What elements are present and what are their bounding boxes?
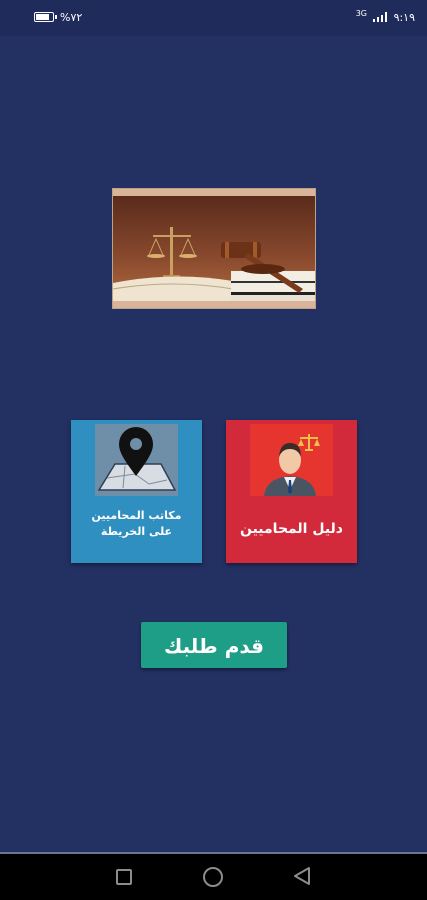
battery-icon <box>34 12 57 22</box>
map-pin-icon <box>95 424 178 496</box>
submit-request-button[interactable]: قدم طلبك <box>141 622 287 668</box>
recents-icon[interactable] <box>116 869 132 885</box>
status-bar: %٧٢ 3G ٩:١٩ <box>0 0 427 36</box>
network-type: 3G <box>355 9 367 18</box>
navigation-bar <box>0 852 427 900</box>
home-icon[interactable] <box>203 867 223 887</box>
map-tile-line1: مكاتب المحاميين <box>91 509 182 522</box>
lawyers-directory-tile[interactable]: دليل المحاميين <box>226 420 357 563</box>
battery-percent: %٧٢ <box>60 11 83 24</box>
back-icon[interactable] <box>293 866 311 886</box>
law-scales-gavel-image <box>112 188 316 309</box>
clock: ٩:١٩ <box>393 11 415 24</box>
directory-tile-label: دليل المحاميين <box>239 521 343 537</box>
signal-icon <box>373 12 387 22</box>
map-tile-line2: على الخريطة <box>100 525 173 538</box>
lawyer-avatar-icon <box>250 424 333 496</box>
lawyers-map-tile[interactable]: مكاتب المحاميين على الخريطة <box>71 420 202 563</box>
